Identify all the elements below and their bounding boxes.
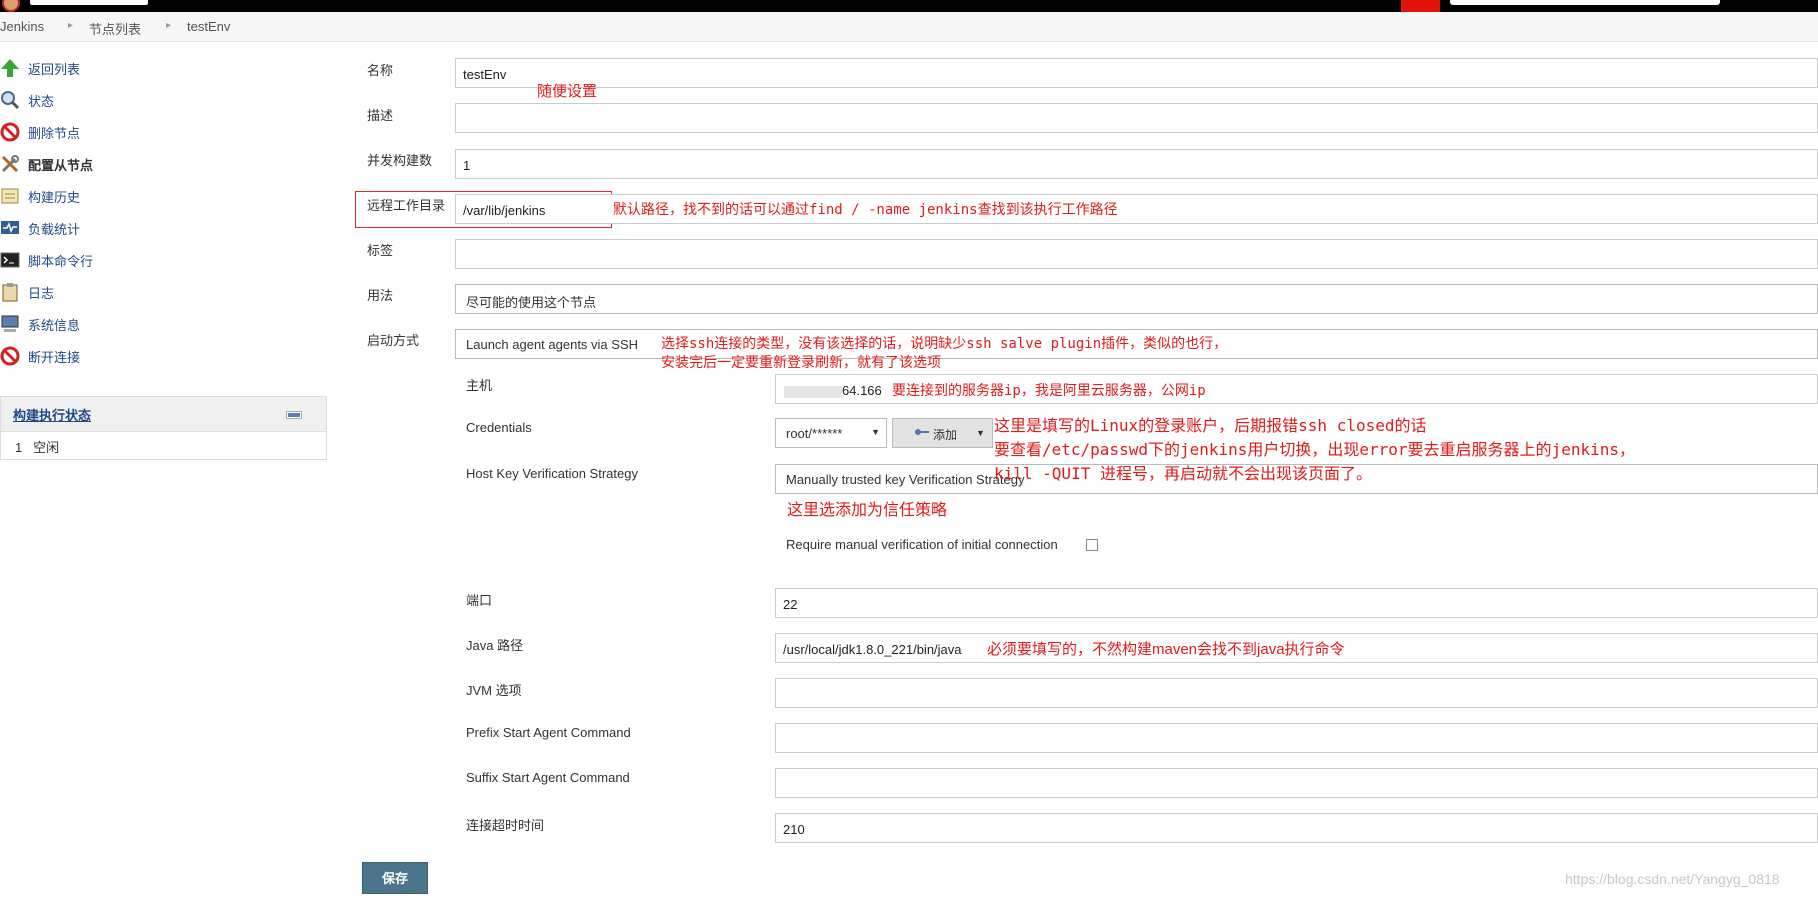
breadcrumb-jenkins[interactable]: Jenkins: [0, 19, 44, 34]
search-input[interactable]: [1450, 0, 1720, 5]
annotation-credentials-2: 要查看/etc/passwd下的jenkins用户切换，出现error要去重启服…: [994, 440, 1635, 459]
sidebar-item-label: 配置从节点: [28, 158, 94, 173]
sidebar-item-system-info[interactable]: 系统信息: [0, 312, 320, 336]
description-field[interactable]: [455, 103, 1818, 133]
description-label: 描述: [367, 108, 394, 123]
executor-status-title[interactable]: 构建执行状态: [13, 405, 91, 424]
annotation-java: 必须要填写的，不然构建maven会找不到java执行命令: [987, 641, 1345, 658]
dropdown-arrow-icon: ▼: [976, 428, 985, 438]
sidebar-item-status[interactable]: 状态: [0, 88, 320, 112]
sidebar-item-log[interactable]: 日志: [0, 280, 320, 304]
no-entry-icon: [0, 346, 20, 366]
host-value: 64.166: [842, 383, 882, 398]
executors-field[interactable]: 1: [455, 149, 1818, 179]
jenkins-logo[interactable]: [0, 0, 150, 12]
require-verification-checkbox[interactable]: [1086, 539, 1098, 551]
sidebar-item-label: 删除节点: [28, 126, 81, 141]
sidebar-item-label: 系统信息: [28, 318, 81, 333]
redacted-ip: [784, 385, 842, 398]
notepad-icon: [1, 188, 19, 204]
alert-badge[interactable]: [1401, 0, 1440, 12]
sidebar-item-disconnect[interactable]: 断开连接: [0, 344, 320, 368]
port-field[interactable]: 22: [775, 588, 1818, 618]
magnifier-icon: [1, 91, 20, 110]
jvm-options-field[interactable]: [775, 678, 1818, 708]
dropdown-arrow-icon: ▼: [871, 427, 880, 437]
executor-status-header: 构建执行状态: [1, 397, 326, 432]
sidebar-item-label: 日志: [28, 286, 55, 301]
suffix-command-label: Suffix Start Agent Command: [466, 770, 630, 785]
sidebar-item-configure[interactable]: 配置从节点: [0, 152, 320, 176]
name-field[interactable]: testEnv: [455, 58, 1818, 88]
prefix-command-label: Prefix Start Agent Command: [466, 725, 631, 740]
collapse-icon[interactable]: [286, 411, 302, 419]
annotation-host: 要连接到的服务器ip，我是阿里云服务器，公网ip: [892, 383, 1206, 399]
sidebar-item-back[interactable]: 返回列表: [0, 56, 320, 80]
credentials-select[interactable]: root/****** ▼: [775, 418, 887, 448]
executor-status-panel: 构建执行状态 1 空闲: [0, 396, 327, 460]
connection-timeout-label: 连接超时时间: [466, 818, 545, 833]
sidebar-item-label: 构建历史: [28, 190, 81, 205]
executor-number: 1: [15, 440, 23, 455]
no-entry-icon: [0, 122, 20, 142]
sidebar-item-label: 脚本命令行: [28, 254, 94, 269]
annotation-launch-2: 安装完后一定要重新登录刷新，就有了该选项: [661, 355, 941, 371]
add-credentials-button[interactable]: 添加 ▼: [892, 418, 993, 448]
host-key-strategy-selected: Manually trusted key Verification Strate…: [786, 472, 1025, 487]
sidebar-item-script-console[interactable]: 脚本命令行: [0, 248, 320, 272]
sidebar-item-label: 断开连接: [28, 350, 81, 365]
labels-label: 标签: [367, 243, 394, 258]
java-path-label: Java 路径: [466, 638, 524, 653]
top-header: [0, 0, 1818, 12]
monitor-graph-icon: [1, 221, 19, 234]
sidebar-item-build-history[interactable]: 构建历史: [0, 184, 320, 208]
up-arrow-icon: [1, 59, 19, 77]
annotation-remote-dir: 默认路径，找不到的话可以通过find / -name jenkins查找到该执行…: [613, 202, 1118, 218]
watermark: https://blog.csdn.net/Yangyg_0818: [1565, 871, 1780, 887]
executors-label: 并发构建数: [367, 153, 433, 168]
labels-field[interactable]: [455, 239, 1818, 269]
usage-select[interactable]: 尽可能的使用这个节点: [455, 284, 1818, 314]
breadcrumb: Jenkins ▸ 节点列表 ▸ testEnv: [0, 12, 1818, 42]
sidebar-item-label: 返回列表: [28, 62, 81, 77]
usage-label: 用法: [367, 288, 394, 303]
executor-row: 1 空闲: [15, 437, 59, 456]
prefix-command-field[interactable]: [775, 723, 1818, 753]
sidebar-item-label: 负载统计: [28, 222, 81, 237]
clipboard-icon: [2, 283, 18, 302]
annotation-credentials-1: 这里是填写的Linux的登录账户，后期报错ssh closed的话: [994, 416, 1427, 435]
credentials-label: Credentials: [466, 420, 532, 435]
remote-dir-label: 远程工作目录: [367, 198, 446, 213]
port-label: 端口: [466, 593, 493, 608]
tools-icon: [1, 155, 19, 173]
launch-method-label: 启动方式: [367, 333, 420, 348]
breadcrumb-separator: ▸: [68, 20, 74, 31]
executor-state: 空闲: [33, 440, 60, 455]
annotation-name: 随便设置: [537, 83, 598, 100]
name-label: 名称: [367, 63, 394, 78]
annotation-launch-1: 选择ssh连接的类型，没有该选择的话，说明缺少ssh salve plugin插…: [661, 336, 1228, 352]
launch-method-selected: Launch agent agents via SSH: [466, 337, 639, 352]
credentials-selected: root/******: [786, 426, 843, 441]
key-icon: [915, 429, 929, 435]
breadcrumb-separator: ▸: [166, 20, 172, 31]
usage-selected: 尽可能的使用这个节点: [466, 295, 597, 310]
suffix-command-field[interactable]: [775, 768, 1818, 798]
connection-timeout-field[interactable]: 210: [775, 813, 1818, 843]
sidebar-item-label: 状态: [28, 94, 55, 109]
jvm-options-label: JVM 选项: [466, 683, 522, 698]
annotation-strategy: 这里选添加为信任策略: [787, 500, 948, 519]
host-label: 主机: [466, 378, 493, 393]
save-button[interactable]: 保存: [362, 862, 428, 894]
require-verification-label: Require manual verification of initial c…: [786, 537, 1058, 552]
sidebar-item-delete[interactable]: 删除节点: [0, 120, 320, 144]
add-credentials-label: 添加: [933, 428, 958, 442]
sidebar-item-load-stats[interactable]: 负载统计: [0, 216, 320, 240]
breadcrumb-nodes[interactable]: 节点列表: [89, 19, 141, 38]
terminal-icon: [0, 252, 20, 268]
computer-icon: [1, 315, 19, 332]
breadcrumb-testenv[interactable]: testEnv: [187, 19, 230, 34]
annotation-credentials-3: kill -QUIT 进程号，再启动就不会出现该页面了。: [994, 464, 1372, 483]
host-key-strategy-label: Host Key Verification Strategy: [466, 466, 638, 481]
